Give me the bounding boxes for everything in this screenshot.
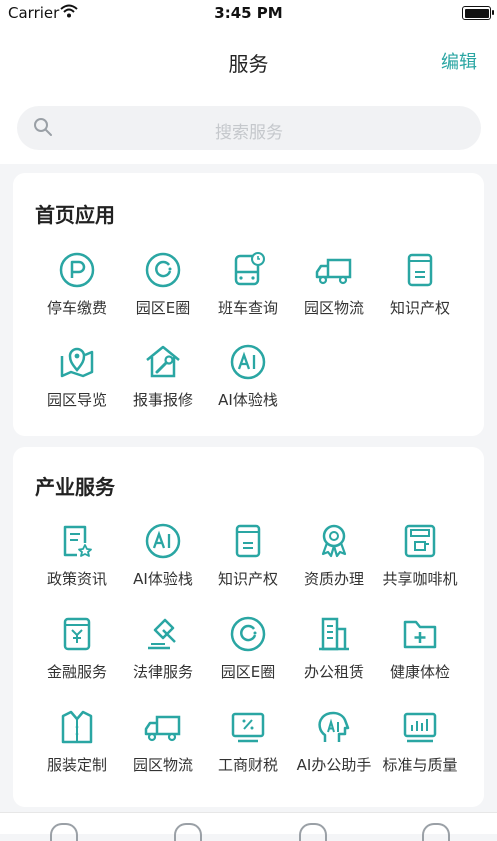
service-item-health[interactable]: 健康体检	[377, 614, 463, 682]
item-label: 政策资讯	[46, 570, 107, 588]
item-label: 资质办理	[303, 570, 364, 588]
item-label: 金融服务	[46, 663, 107, 681]
ai-circle-icon	[145, 523, 181, 559]
item-label: 知识产权	[389, 299, 450, 317]
nav-bar: 服务 编辑	[0, 26, 497, 96]
item-label: 法律服务	[132, 663, 193, 681]
service-item-tax[interactable]: 工商财税	[205, 707, 291, 775]
tab-message-icon[interactable]	[299, 823, 327, 841]
item-label: 园区导览	[46, 391, 107, 409]
section-title: 首页应用	[35, 203, 115, 227]
gavel-icon	[148, 618, 176, 650]
tab-profile-icon[interactable]	[422, 823, 450, 841]
service-item-bus[interactable]: 班车查询	[205, 250, 291, 318]
search-section: 搜索服务	[0, 96, 497, 164]
tab-services-icon[interactable]	[174, 823, 202, 841]
service-item-ai-stack[interactable]: AI体验栈	[120, 521, 206, 589]
standard-chart-icon	[403, 712, 437, 743]
service-item-policy[interactable]: 政策资讯	[34, 521, 120, 589]
item-label: 停车缴费	[46, 299, 107, 317]
service-item-standards[interactable]: 标准与质量	[377, 707, 463, 775]
service-item-ip[interactable]: 知识产权	[377, 250, 463, 318]
service-item-logistics[interactable]: 园区物流	[291, 250, 377, 318]
service-item-legal[interactable]: 法律服务	[120, 614, 206, 682]
item-label: 园区物流	[303, 299, 364, 317]
item-label: AI办公助手	[296, 756, 372, 774]
item-label: 知识产权	[217, 570, 278, 588]
ai-circle-icon	[230, 344, 266, 380]
shirt-icon	[61, 710, 93, 744]
status-bar: Carrier 3:45 PM	[0, 0, 497, 26]
health-folder-icon	[403, 620, 437, 649]
bus-icon	[234, 252, 265, 286]
book-icon	[407, 253, 433, 287]
e-circle-icon	[230, 616, 266, 652]
item-label: 服装定制	[46, 756, 107, 774]
service-item-e-circle[interactable]: 园区E圈	[205, 614, 291, 682]
finance-icon	[63, 617, 91, 651]
service-item-ai-stack[interactable]: AI体验栈	[205, 342, 291, 410]
service-item-e-circle[interactable]: 园区E圈	[120, 250, 206, 318]
tab-home-icon[interactable]	[50, 823, 78, 841]
industry-services-card: 产业服务 政策资讯 AI体验栈 知识产权 资质办理 共享咖啡机 金融服务 法律服…	[13, 447, 484, 807]
service-item-qualification[interactable]: 资质办理	[291, 521, 377, 589]
item-label: AI体验栈	[133, 570, 193, 588]
book-icon	[235, 524, 261, 558]
item-label: AI体验栈	[218, 391, 278, 409]
search-input[interactable]: 搜索服务	[17, 106, 481, 150]
item-label: 办公租赁	[303, 663, 364, 681]
service-item-guide[interactable]: 园区导览	[34, 342, 120, 410]
item-label: 工商财税	[217, 756, 278, 774]
edit-button[interactable]: 编辑	[441, 48, 477, 74]
coffee-machine-icon	[404, 524, 436, 558]
service-item-parking[interactable]: 停车缴费	[34, 250, 120, 318]
parking-icon	[59, 252, 95, 288]
policy-doc-icon	[63, 525, 92, 557]
service-item-finance[interactable]: 金融服务	[34, 614, 120, 682]
service-item-coffee[interactable]: 共享咖啡机	[377, 521, 463, 589]
e-circle-icon	[145, 252, 181, 288]
item-label: 共享咖啡机	[382, 570, 458, 588]
item-label: 报事报修	[132, 391, 193, 409]
item-label: 班车查询	[217, 299, 278, 317]
home-apps-card: 首页应用 停车缴费 园区E圈 班车查询 园区物流 知识产权 园区导览 报事报修 …	[13, 173, 484, 436]
section-title: 产业服务	[35, 475, 115, 499]
tab-bar	[0, 812, 497, 841]
item-label: 园区物流	[132, 756, 193, 774]
building-icon	[319, 617, 349, 651]
item-label: 标准与质量	[382, 756, 458, 774]
service-item-repair[interactable]: 报事报修	[120, 342, 206, 410]
tax-icon	[231, 712, 265, 743]
map-pin-icon	[60, 347, 94, 378]
search-placeholder: 搜索服务	[215, 123, 283, 143]
truck-icon	[315, 258, 352, 285]
item-label: 园区E圈	[220, 663, 276, 681]
service-item-logistics[interactable]: 园区物流	[120, 707, 206, 775]
service-item-ip[interactable]: 知识产权	[205, 521, 291, 589]
clock: 3:45 PM	[214, 4, 283, 22]
item-label: 健康体检	[389, 663, 450, 681]
page-title: 服务	[228, 52, 269, 76]
item-label: 园区E圈	[135, 299, 191, 317]
repair-house-icon	[146, 345, 180, 378]
battery-icon	[462, 6, 494, 20]
truck-icon	[144, 715, 181, 742]
ai-head-icon	[318, 711, 350, 742]
service-item-tailoring[interactable]: 服装定制	[34, 707, 120, 775]
service-item-ai-assistant[interactable]: AI办公助手	[291, 707, 377, 775]
award-icon	[321, 524, 347, 558]
service-item-office-rental[interactable]: 办公租赁	[291, 614, 377, 682]
